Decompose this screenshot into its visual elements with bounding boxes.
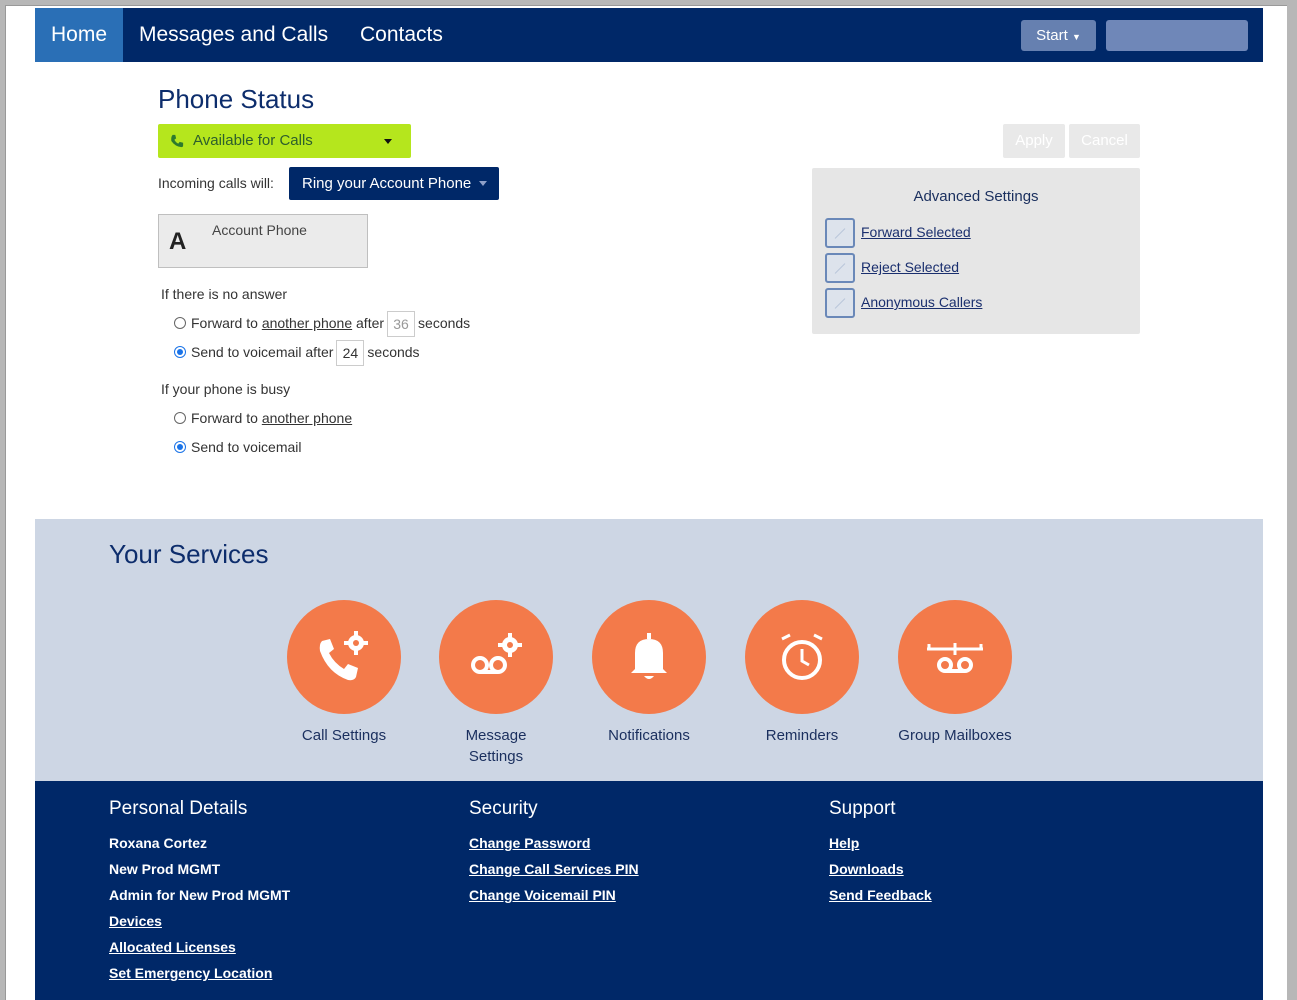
bell-icon: [631, 633, 667, 679]
busy-voicemail-option[interactable]: Send to voicemail: [174, 434, 302, 460]
services-title: Your Services: [109, 539, 269, 569]
user-role: Admin for New Prod MGMT: [109, 887, 291, 903]
phone-icon: [171, 134, 184, 148]
service-label: Group Mailboxes: [898, 727, 1012, 744]
incoming-calls-label: Incoming calls will:: [158, 175, 274, 191]
account-phone-card[interactable]: A Account Phone: [158, 214, 368, 268]
option-text: Forward to: [191, 410, 258, 426]
your-services-section: Your Services Call Settings Message Sett…: [35, 519, 1263, 781]
security-column: Security Change Password Change Call Ser…: [469, 798, 639, 908]
page-title: Phone Status: [158, 84, 315, 114]
no-answer-heading: If there is no answer: [161, 286, 288, 302]
user-org: New Prod MGMT: [109, 861, 221, 877]
devices-link[interactable]: Devices: [109, 908, 290, 934]
no-answer-voicemail-option[interactable]: Send to voicemail after 24 seconds: [174, 339, 420, 367]
checkbox[interactable]: [825, 253, 855, 283]
option-text: Send to voicemail: [191, 439, 302, 455]
availability-label: Available for Calls: [193, 132, 313, 149]
support-title: Support: [829, 798, 896, 819]
user-name: Roxana Cortez: [109, 835, 208, 851]
service-label: Call Settings: [301, 727, 387, 744]
no-answer-forward-option[interactable]: Forward to another phone after 36 seconds: [174, 310, 471, 338]
send-feedback-link[interactable]: Send Feedback: [829, 882, 932, 908]
ring-mode-dropdown[interactable]: Ring your Account Phone: [289, 167, 499, 200]
voicemail-gear-icon: [471, 633, 522, 674]
account-phone-label: Account Phone: [212, 222, 307, 238]
voicemail-seconds-input[interactable]: 24: [336, 340, 365, 367]
seconds-label: seconds: [418, 315, 471, 331]
app-window: Home Messages and Calls Contacts Start ▼…: [35, 8, 1263, 1000]
service-label: Notifications: [608, 727, 690, 744]
reject-selected-link[interactable]: Reject Selected: [861, 259, 959, 275]
personal-details-column: Personal Details Roxana Cortez New Prod …: [109, 798, 290, 986]
group-mailbox-icon: [927, 643, 983, 673]
user-menu-button[interactable]: [1106, 20, 1248, 51]
personal-details-title: Personal Details: [109, 798, 248, 819]
anonymous-callers-link[interactable]: Anonymous Callers: [861, 294, 982, 310]
advanced-settings-panel: Advanced Settings Forward Selected Rejec…: [812, 168, 1140, 334]
ring-mode-label: Ring your Account Phone: [302, 175, 472, 192]
busy-heading: If your phone is busy: [161, 381, 291, 397]
tab-home[interactable]: Home: [35, 8, 123, 62]
set-emergency-location-link[interactable]: Set Emergency Location: [109, 960, 290, 986]
service-circle[interactable]: [898, 600, 1012, 714]
change-voicemail-pin-link[interactable]: Change Voicemail PIN: [469, 882, 639, 908]
another-phone-link[interactable]: another phone: [262, 315, 352, 331]
service-label: Message Settings: [465, 727, 527, 765]
footer: Personal Details Roxana Cortez New Prod …: [35, 781, 1263, 1000]
tab-messages-and-calls[interactable]: Messages and Calls: [139, 8, 328, 62]
security-title: Security: [469, 798, 538, 819]
allocated-licenses-link[interactable]: Allocated Licenses: [109, 934, 290, 960]
busy-forward-option[interactable]: Forward to another phone: [174, 405, 352, 431]
service-circle[interactable]: [287, 600, 401, 714]
forward-seconds-input[interactable]: 36: [387, 311, 416, 338]
top-navbar: Home Messages and Calls Contacts Start ▼: [35, 8, 1263, 62]
start-label: Start: [1036, 27, 1068, 44]
help-link[interactable]: Help: [829, 830, 932, 856]
radio-button-selected[interactable]: [174, 346, 186, 358]
apply-button[interactable]: Apply: [1003, 124, 1065, 158]
downloads-link[interactable]: Downloads: [829, 856, 932, 882]
radio-button[interactable]: [174, 317, 186, 329]
option-text: Send to voicemail after: [191, 344, 334, 360]
caret-down-icon: [384, 139, 392, 144]
service-circle[interactable]: [439, 600, 553, 714]
service-reminders[interactable]: Reminders: [737, 600, 867, 746]
option-text: Forward to: [191, 315, 258, 331]
tab-contacts[interactable]: Contacts: [360, 8, 443, 62]
another-phone-link[interactable]: another phone: [262, 410, 352, 426]
start-dropdown-button[interactable]: Start ▼: [1021, 20, 1096, 51]
checkbox[interactable]: [825, 288, 855, 318]
account-letter: A: [169, 228, 187, 255]
radio-button-selected[interactable]: [174, 441, 186, 453]
caret-down-icon: ▼: [1071, 32, 1081, 42]
alarm-clock-icon: [781, 633, 823, 680]
forward-selected-link[interactable]: Forward Selected: [861, 224, 971, 240]
change-password-link[interactable]: Change Password: [469, 830, 639, 856]
checkbox[interactable]: [825, 218, 855, 248]
phone-gear-icon: [319, 631, 368, 681]
radio-button[interactable]: [174, 412, 186, 424]
seconds-label: seconds: [367, 344, 420, 360]
service-label: Reminders: [765, 727, 839, 744]
caret-down-icon: [479, 181, 487, 186]
after-text: after: [356, 315, 385, 331]
service-circle[interactable]: [592, 600, 706, 714]
support-column: Support Help Downloads Send Feedback: [829, 798, 932, 908]
service-message-settings[interactable]: Message Settings: [431, 600, 561, 767]
change-call-services-pin-link[interactable]: Change Call Services PIN: [469, 856, 639, 882]
service-notifications[interactable]: Notifications: [584, 600, 714, 746]
service-call-settings[interactable]: Call Settings: [279, 600, 409, 746]
availability-dropdown[interactable]: Available for Calls: [158, 124, 411, 158]
service-circle[interactable]: [745, 600, 859, 714]
advanced-settings-title: Advanced Settings: [913, 188, 1039, 205]
service-group-mailboxes[interactable]: Group Mailboxes: [890, 600, 1020, 746]
cancel-button[interactable]: Cancel: [1069, 124, 1140, 158]
